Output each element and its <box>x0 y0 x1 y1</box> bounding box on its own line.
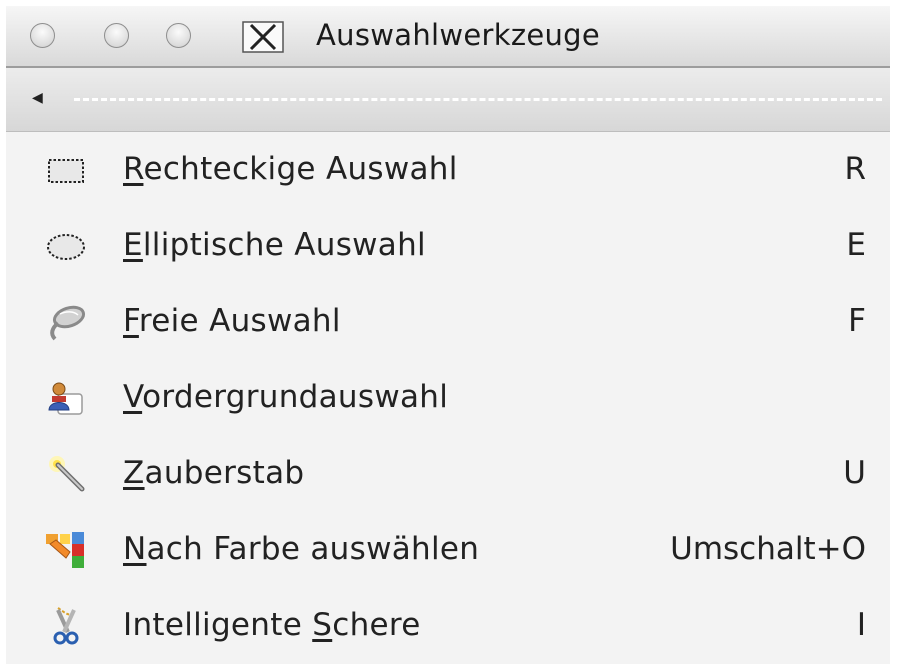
zoom-window-button[interactable] <box>166 23 191 48</box>
window-title: Auswahlwerkzeuge <box>316 18 601 52</box>
menu-item-shortcut: Umschalt+O <box>670 531 866 567</box>
menu-item-label: Vordergrundauswahl <box>123 379 449 415</box>
menu-item-shortcut: R <box>844 151 866 187</box>
ellipse-select-icon <box>47 234 85 260</box>
menu-item-label: Intelligente Schere <box>123 607 421 643</box>
menu-item-shortcut: I <box>856 607 866 643</box>
title-bar: Auswahlwerkzeuge <box>6 6 890 68</box>
foreground-select-icon <box>48 382 83 415</box>
tearoff-bar[interactable]: ◀ <box>6 68 890 132</box>
selection-tools-menu: Rechteckige Auswahl R Elliptische Auswah… <box>6 132 890 664</box>
menu-item-shortcut: E <box>846 227 866 263</box>
menu-item-shortcut: F <box>848 303 866 339</box>
menu-item-label: Elliptische Auswahl <box>123 227 426 263</box>
menu-item-label: Freie Auswahl <box>123 303 341 339</box>
magic-wand-icon <box>49 456 85 492</box>
menu-item-foreground-select[interactable]: Vordergrundauswahl <box>6 360 890 436</box>
menu-item-ellipse-select[interactable]: Elliptische Auswahl E <box>6 208 890 284</box>
menu-item-fuzzy-select[interactable]: Zauberstab U <box>6 436 890 512</box>
minimize-window-button[interactable] <box>104 23 129 48</box>
menu-item-label: Nach Farbe auswählen <box>123 531 480 567</box>
tearoff-dashed-line <box>74 98 882 101</box>
menu-window: Auswahlwerkzeuge ◀ Rechteckige Auswahl R… <box>6 6 890 664</box>
menu-item-free-select[interactable]: Freie Auswahl F <box>6 284 890 360</box>
x11-icon <box>242 21 284 53</box>
menu-item-label: Rechteckige Auswahl <box>123 151 458 187</box>
scissors-icon <box>53 607 79 645</box>
menu-item-intelligent-scissors[interactable]: Intelligente Schere I <box>6 588 890 664</box>
menu-item-label: Zauberstab <box>123 455 305 491</box>
tearoff-arrow-icon: ◀ <box>32 90 43 106</box>
menu-item-rectangle-select[interactable]: Rechteckige Auswahl R <box>6 132 890 208</box>
color-select-icon <box>46 532 84 568</box>
menu-item-select-by-color[interactable]: Nach Farbe auswählen Umschalt+O <box>6 512 890 588</box>
menu-item-shortcut: U <box>843 455 866 491</box>
close-window-button[interactable] <box>30 23 55 48</box>
lasso-icon <box>50 305 86 341</box>
rect-select-icon <box>48 159 84 183</box>
